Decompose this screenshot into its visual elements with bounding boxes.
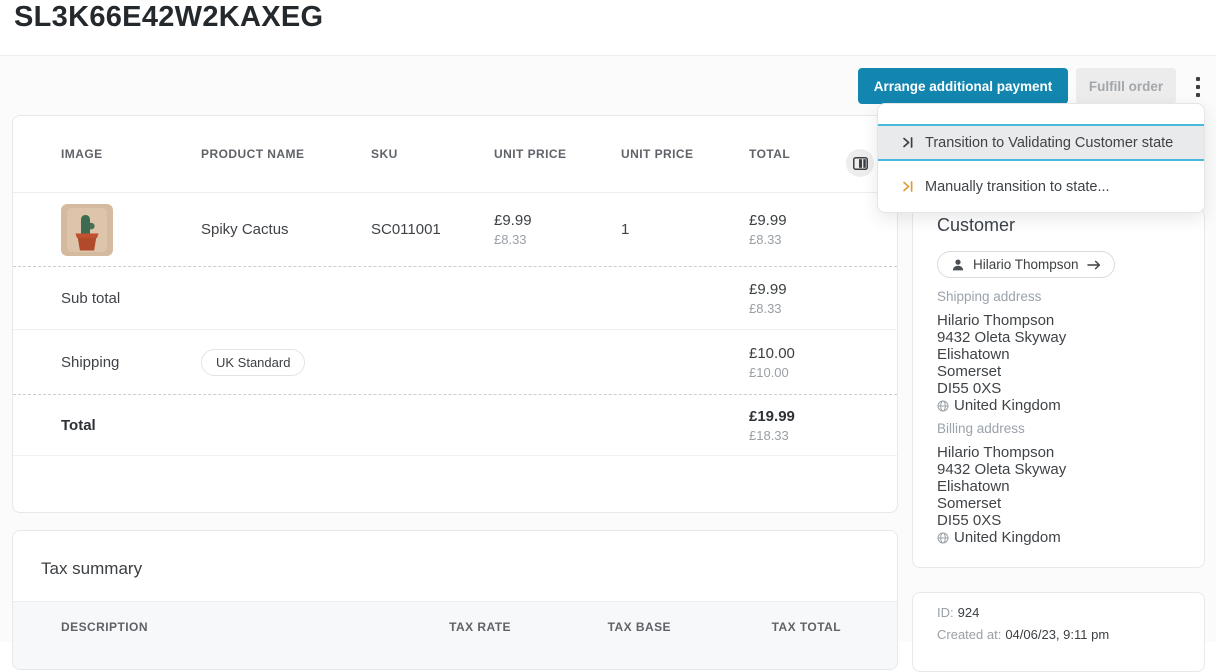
subtotal-label: Sub total xyxy=(61,290,371,307)
tax-column-rate: TAX RATE xyxy=(388,620,511,634)
arrange-additional-payment-button[interactable]: Arrange additional payment xyxy=(858,68,1068,104)
created-at-value: 04/06/23, 9:11 pm xyxy=(1005,627,1109,642)
transition-to-state-icon xyxy=(900,135,915,150)
shipping-country: United Kingdom xyxy=(954,397,1061,414)
globe-icon xyxy=(937,400,949,412)
customer-link-pill[interactable]: Hilario Thompson xyxy=(937,251,1115,278)
tax-summary-title: Tax summary xyxy=(41,559,142,579)
tax-summary-card: Tax summary DESCRIPTION TAX RATE TAX BAS… xyxy=(12,530,898,670)
order-created-line: Created at: 04/06/23, 9:11 pm xyxy=(937,627,1109,642)
billing-country: United Kingdom xyxy=(954,529,1061,546)
person-icon xyxy=(951,258,965,272)
arrow-right-icon xyxy=(1087,260,1101,270)
customize-columns-button[interactable] xyxy=(846,149,874,177)
column-header-unit-price-2: UNIT PRICE xyxy=(621,147,749,161)
line-total-cell: £9.99 £8.33 xyxy=(749,212,873,247)
tax-column-description: DESCRIPTION xyxy=(61,620,148,634)
column-header-unit-price: UNIT PRICE xyxy=(494,147,621,161)
menu-item-label: Manually transition to state... xyxy=(925,179,1110,195)
subtotal-amount: £9.99 £8.33 xyxy=(749,281,873,316)
customer-section-title: Customer xyxy=(937,215,1015,236)
shipping-row: Shipping UK Standard £10.00 £10.00 xyxy=(13,330,897,395)
columns-icon xyxy=(853,157,868,170)
unit-price-cell: £9.99 £8.33 xyxy=(494,212,621,247)
created-at-label: Created at: xyxy=(937,627,1001,642)
globe-icon xyxy=(937,532,949,544)
fulfill-order-button[interactable]: Fulfill order xyxy=(1076,68,1176,104)
shipping-amount: £10.00 £10.00 xyxy=(749,345,873,380)
product-image-cactus xyxy=(61,204,113,256)
column-header-product-name: PRODUCT NAME xyxy=(201,147,371,161)
kebab-menu-icon[interactable] xyxy=(1190,72,1206,102)
product-name: Spiky Cactus xyxy=(201,221,371,238)
order-id-line: ID: 924 xyxy=(937,605,979,620)
customer-card: Customer Hilario Thompson Shipping addre… xyxy=(912,208,1205,568)
state-transition-menu: Transition to Validating Customer state … xyxy=(877,103,1205,213)
total-label: Total xyxy=(61,417,371,434)
billing-address-label: Billing address xyxy=(937,421,1025,436)
header-divider xyxy=(0,55,1216,56)
order-meta-card: ID: 924 Created at: 04/06/23, 9:11 pm xyxy=(912,592,1205,672)
quantity-cell: 1 xyxy=(621,221,749,238)
menu-item-label: Transition to Validating Customer state xyxy=(925,135,1173,151)
column-header-sku: SKU xyxy=(371,147,494,161)
transition-to-state-icon xyxy=(900,179,915,194)
product-sku: SC011001 xyxy=(371,221,494,238)
tax-column-base: TAX BASE xyxy=(548,620,671,634)
page-title: SL3K66E42W2KAXEG xyxy=(14,1,323,34)
order-id-label: ID: xyxy=(937,605,954,620)
order-id-value: 924 xyxy=(958,605,980,620)
total-amount: £19.99 £18.33 xyxy=(749,408,873,443)
line-item-row: Spiky Cactus SC011001 £9.99 £8.33 1 £9.9… xyxy=(13,193,897,267)
shipping-method-badge: UK Standard xyxy=(201,349,305,376)
shipping-address: Hilario Thompson 9432 Oleta Skyway Elish… xyxy=(937,312,1066,414)
column-header-image: IMAGE xyxy=(61,147,201,161)
menu-item-manually-transition[interactable]: Manually transition to state... xyxy=(878,168,1204,205)
billing-address: Hilario Thompson 9432 Oleta Skyway Elish… xyxy=(937,444,1066,546)
tax-table-header: DESCRIPTION TAX RATE TAX BASE TAX TOTAL xyxy=(13,601,897,670)
order-table-header: IMAGE PRODUCT NAME SKU UNIT PRICE UNIT P… xyxy=(13,116,897,193)
order-summary-card: IMAGE PRODUCT NAME SKU UNIT PRICE UNIT P… xyxy=(12,115,898,513)
customer-name: Hilario Thompson xyxy=(973,257,1079,272)
shipping-address-label: Shipping address xyxy=(937,289,1041,304)
subtotal-row: Sub total £9.99 £8.33 xyxy=(13,267,897,330)
menu-item-transition-validating-customer[interactable]: Transition to Validating Customer state xyxy=(878,124,1204,161)
shipping-label: Shipping xyxy=(61,354,201,371)
total-row: Total £19.99 £18.33 xyxy=(13,395,897,456)
tax-column-total: TAX TOTAL xyxy=(718,620,841,634)
